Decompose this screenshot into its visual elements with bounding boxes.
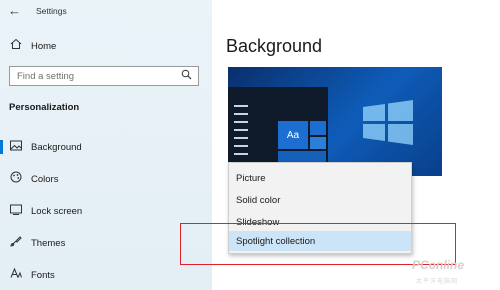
preview-tile bbox=[310, 121, 326, 135]
nav-home[interactable]: Home bbox=[0, 35, 212, 57]
preview-list-line bbox=[234, 145, 248, 147]
preview-tile bbox=[310, 137, 326, 149]
preview-list-line bbox=[234, 121, 248, 123]
preview-list-line bbox=[234, 137, 248, 139]
preview-list-line bbox=[234, 129, 248, 131]
sidebar-item-background[interactable]: Background bbox=[0, 136, 212, 158]
search-input[interactable]: Find a setting bbox=[9, 66, 199, 86]
dropdown-option-picture[interactable]: Picture bbox=[229, 168, 411, 188]
image-icon bbox=[9, 140, 23, 155]
section-title: Personalization bbox=[9, 102, 80, 113]
themes-icon bbox=[9, 235, 23, 251]
sidebar-item-colors[interactable]: Colors bbox=[0, 168, 212, 190]
palette-icon bbox=[9, 171, 23, 187]
preview-list-line bbox=[234, 105, 248, 107]
dropdown-option-solid-color[interactable]: Solid color bbox=[229, 190, 411, 210]
nav-home-label: Home bbox=[31, 40, 57, 52]
preview-sample-text: Aa bbox=[286, 129, 300, 141]
search-icon bbox=[181, 69, 192, 83]
sidebar-item-lock-screen[interactable]: Lock screen bbox=[0, 200, 212, 222]
search-placeholder: Find a setting bbox=[17, 71, 75, 82]
sidebar-item-label: Background bbox=[31, 141, 82, 153]
windows-logo-icon bbox=[363, 100, 413, 145]
fonts-icon bbox=[9, 267, 23, 283]
back-arrow-icon[interactable]: ← bbox=[8, 3, 21, 18]
sidebar-item-label: Colors bbox=[31, 173, 59, 185]
preview-list-line bbox=[234, 153, 248, 155]
sidebar-item-label: Lock screen bbox=[31, 205, 83, 217]
window-title: Settings bbox=[36, 6, 67, 16]
preview-sample-tile: Aa bbox=[278, 121, 308, 149]
background-preview: Aa bbox=[228, 67, 442, 176]
watermark-subtitle: 太平洋电脑网 bbox=[416, 279, 459, 285]
preview-list-line bbox=[234, 113, 248, 115]
sidebar-item-label: Themes bbox=[31, 237, 66, 249]
sidebar-item-fonts[interactable]: Fonts bbox=[0, 264, 212, 286]
lock-screen-icon bbox=[9, 204, 23, 219]
sidebar-item-label: Fonts bbox=[31, 269, 55, 281]
page-title: Background bbox=[226, 36, 323, 56]
watermark-brand: PConline bbox=[412, 258, 465, 272]
home-icon bbox=[9, 38, 23, 54]
title-bar: ← Settings bbox=[0, 0, 212, 22]
